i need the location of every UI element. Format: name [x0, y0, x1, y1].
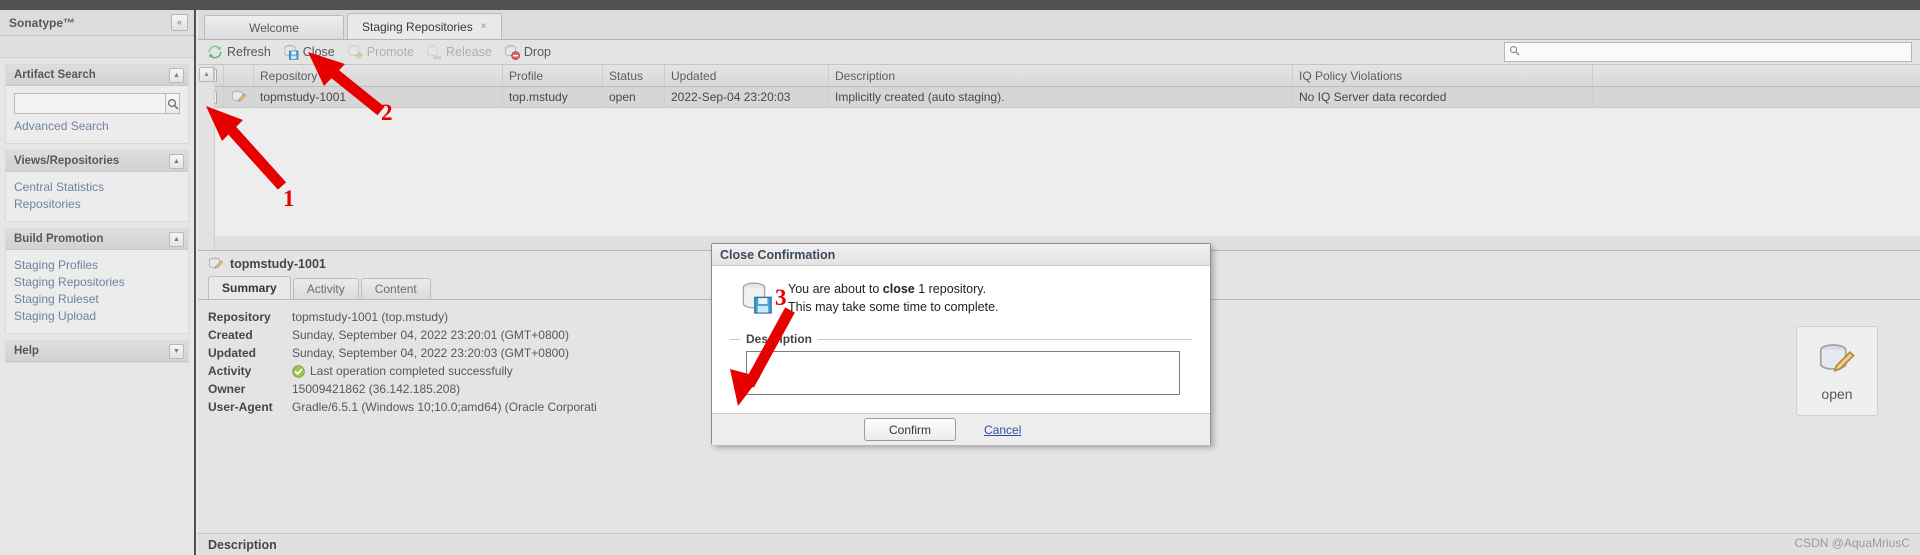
- confirm-button[interactable]: Confirm: [864, 418, 956, 441]
- dialog-message-text: You are about to close 1 repository. Thi…: [788, 280, 999, 316]
- dialog-msg-bold: close: [882, 282, 915, 296]
- annotation-number-1: 1: [283, 186, 295, 211]
- dialog-message: You are about to close 1 repository. Thi…: [726, 278, 1196, 322]
- dialog-message-line2: This may take some time to complete.: [788, 300, 999, 314]
- watermark: CSDN @AquaMriusC: [1794, 536, 1910, 550]
- dialog-title: Close Confirmation: [720, 247, 836, 262]
- dialog-description-legend: Description: [746, 332, 813, 346]
- dialog-description-textarea[interactable]: [746, 351, 1180, 395]
- dialog-msg-suffix: 1 repository.: [914, 282, 987, 296]
- dialog-message-line1: You are about to close 1 repository.: [788, 280, 999, 298]
- close-confirmation-dialog: Close Confirmation You are about to clos…: [711, 243, 1211, 445]
- app-root: Sonatype™ « Artifact Search ▲ Advanced S…: [0, 0, 1920, 555]
- dialog-msg-prefix: You are about to: [788, 282, 883, 296]
- annotation-number-3: 3: [775, 285, 787, 310]
- dialog-body: You are about to close 1 repository. Thi…: [712, 266, 1210, 413]
- database-save-icon: [742, 282, 772, 314]
- dialog-title-bar: Close Confirmation: [712, 244, 1210, 266]
- annotation-number-2: 2: [381, 100, 393, 125]
- cancel-link[interactable]: Cancel: [984, 423, 1021, 437]
- dialog-description-fieldset: Description: [730, 332, 1192, 398]
- dialog-footer: Confirm Cancel: [712, 413, 1210, 445]
